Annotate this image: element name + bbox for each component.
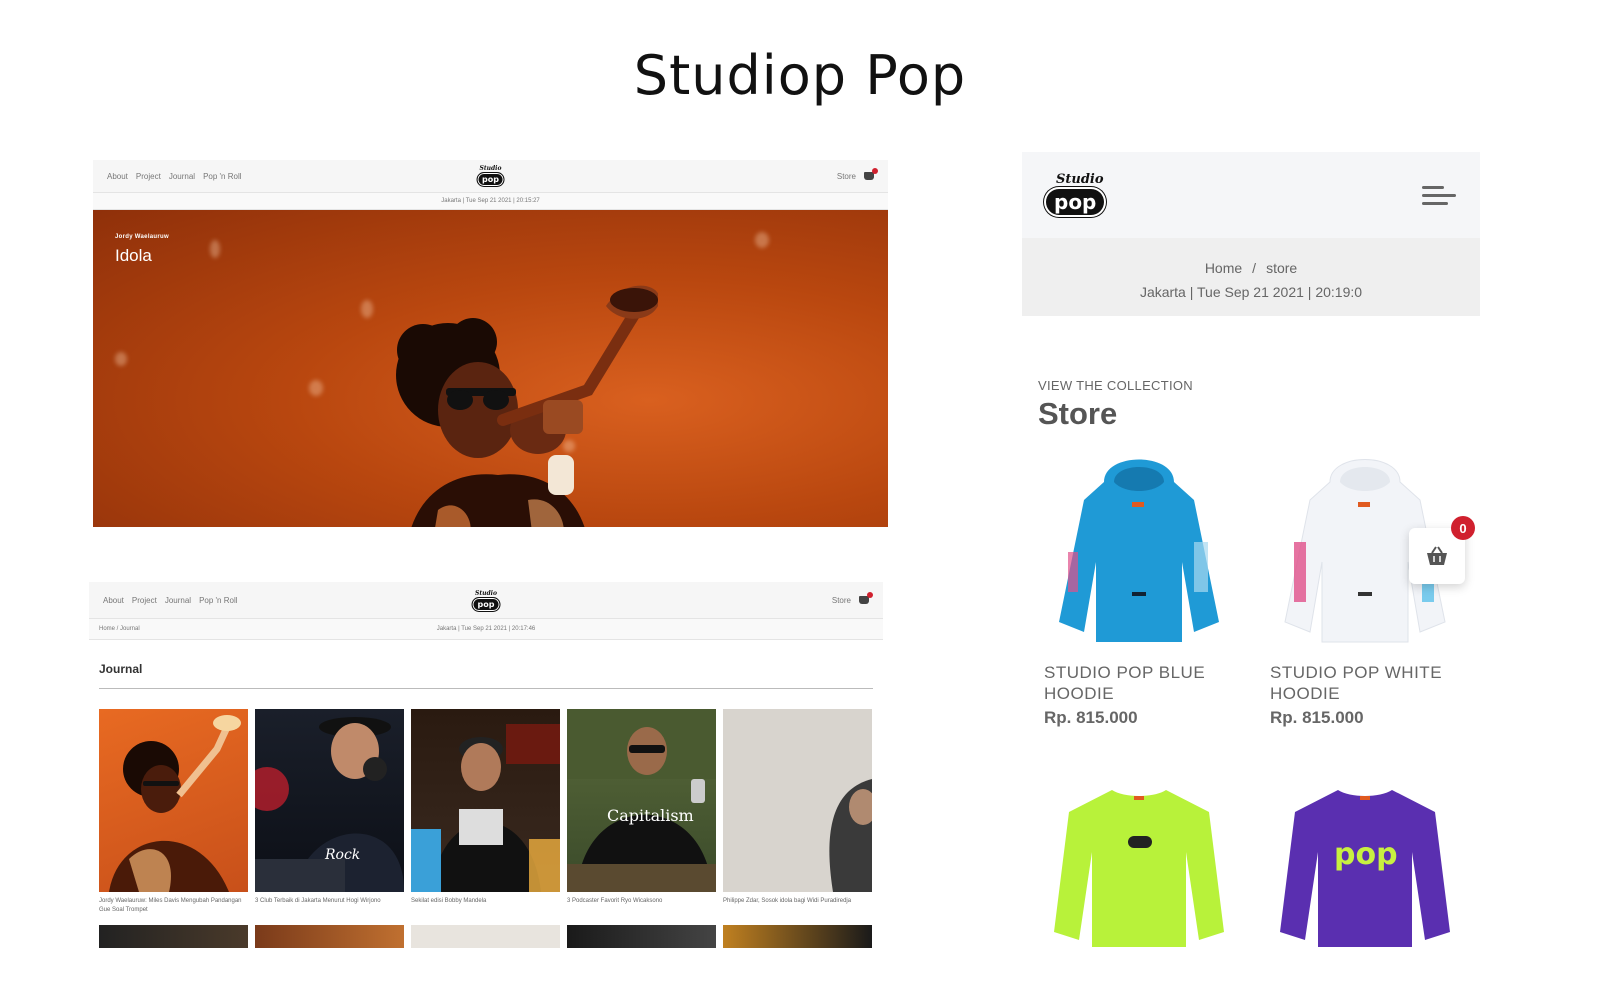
mobile-header: Studio pop: [1022, 152, 1480, 238]
article-card[interactable]: Rock 3 Club Terbaik di Jakarta Menurut H…: [255, 709, 404, 919]
logo-pill: pop: [471, 597, 501, 612]
article-caption[interactable]: 3 Club Terbaik di Jakarta Menurut Hogi W…: [255, 897, 404, 919]
breadcrumb[interactable]: Home / Journal: [99, 626, 140, 632]
product-card[interactable]: pop: [1270, 782, 1476, 952]
logo-pill: pop: [476, 172, 505, 187]
product-price: Rp. 815.000: [1270, 708, 1364, 727]
product-price: Rp. 815.000: [1044, 708, 1138, 727]
cart-icon[interactable]: [864, 168, 878, 180]
nav-link-project[interactable]: Project: [136, 172, 161, 181]
nav-link-pop-n-roll[interactable]: Pop 'n Roll: [199, 596, 237, 605]
studio-pop-logo[interactable]: Studio pop: [1044, 172, 1107, 217]
store-screenshot: Studio pop Home / store Jakarta | Tue Sep …: [1022, 152, 1480, 970]
hero-author: Jordy Waelauruw: [115, 234, 169, 240]
hero-title[interactable]: Idola: [115, 246, 169, 266]
cart-icon[interactable]: [859, 592, 873, 604]
store-content: VIEW THE COLLECTION Store STUDIO POP BLU…: [1022, 316, 1480, 952]
studio-pop-logo[interactable]: Studio pop: [471, 590, 501, 612]
svg-text:Rock: Rock: [324, 847, 360, 863]
article-card[interactable]: Capitalism 3 Podcaster Favorit Ryo Wicak…: [567, 709, 716, 919]
breadcrumb-separator: /: [1252, 260, 1257, 276]
top-nav: About Project Journal Pop 'n Roll Studio…: [93, 160, 888, 192]
breadcrumb: Home / store: [1022, 256, 1480, 280]
datetime: Jakarta | Tue Sep 21 2021 | 20:19:0: [1139, 284, 1363, 300]
product-name[interactable]: STUDIO POP WHITE HOODIE: [1270, 662, 1476, 704]
nav-links: About Project Journal Pop 'n Roll: [103, 596, 238, 605]
article-caption[interactable]: Jordy Waelauruw: Miles Davis Mengubah Pa…: [99, 897, 248, 919]
nav-links: About Project Journal Pop 'n Roll: [107, 172, 242, 181]
nav-link-project[interactable]: Project: [132, 596, 157, 605]
hero-banner[interactable]: Jordy Waelauruw Idola: [93, 210, 888, 527]
date-bar: Home / Journal Jakarta | Tue Sep 21 2021…: [89, 618, 883, 640]
divider: [99, 688, 873, 689]
store-title: Store: [1038, 396, 1118, 431]
article-caption[interactable]: Philippe Zdar, Sosok idola bagi Widi Pur…: [723, 897, 872, 919]
article-thumbnail[interactable]: Capitalism: [567, 709, 716, 892]
page-title: Studiop Pop: [633, 44, 967, 107]
article-caption[interactable]: Sekilat edisi Bobby Mandela: [411, 897, 560, 919]
breadcrumb-home[interactable]: Home: [1205, 260, 1242, 276]
breadcrumb-bar: Home / store Jakarta | Tue Sep 21 2021 | 2…: [1022, 238, 1480, 316]
svg-text:pop: pop: [1334, 837, 1398, 872]
article-card[interactable]: Jordy Waelauruw: Miles Davis Mengubah Pa…: [99, 709, 248, 919]
product-card[interactable]: [1044, 782, 1250, 952]
article-grid-row-2: [99, 925, 873, 948]
date-bar: Jakarta | Tue Sep 21 2021 | 20:15:27: [93, 192, 888, 210]
section-title: Journal: [99, 662, 143, 676]
nav-link-about[interactable]: About: [107, 172, 128, 181]
breadcrumb-current: store: [1266, 260, 1298, 276]
top-nav: About Project Journal Pop 'n Roll Studio…: [89, 582, 883, 618]
floating-cart-button[interactable]: 0: [1409, 516, 1475, 584]
svg-text:Capitalism: Capitalism: [607, 806, 694, 825]
article-thumbnail[interactable]: Rock: [255, 709, 404, 892]
product-image[interactable]: [1044, 782, 1234, 952]
article-thumbnail[interactable]: [723, 925, 872, 948]
article-thumbnail[interactable]: [723, 709, 872, 892]
article-thumbnail[interactable]: [255, 925, 404, 948]
article-card[interactable]: Sekilat edisi Bobby Mandela: [411, 709, 560, 919]
article-thumbnail[interactable]: [99, 709, 248, 892]
article-grid: Jordy Waelauruw: Miles Davis Mengubah Pa…: [99, 709, 873, 919]
product-card[interactable]: STUDIO POP WHITE HOODIE Rp. 815.000: [1270, 452, 1476, 728]
datetime: Jakarta | Tue Sep 21 2021 | 20:17:46: [436, 626, 536, 632]
logo-pill: pop: [1044, 187, 1107, 217]
article-caption[interactable]: 3 Podcaster Favorit Ryo Wicaksono: [567, 897, 716, 919]
nav-link-store[interactable]: Store: [832, 596, 851, 605]
article-thumbnail[interactable]: [99, 925, 248, 948]
hero-screenshot: About Project Journal Pop 'n Roll Studio…: [93, 160, 888, 541]
logo-script: Studio: [1056, 172, 1104, 187]
cart-count-badge: 0: [1451, 516, 1475, 540]
product-card[interactable]: STUDIO POP BLUE HOODIE Rp. 815.000: [1044, 452, 1250, 728]
hero-caption: Jordy Waelauruw Idola: [115, 234, 169, 266]
nav-link-journal[interactable]: Journal: [165, 596, 191, 605]
journal-screenshot: About Project Journal Pop 'n Roll Studio…: [89, 582, 883, 948]
article-thumbnail[interactable]: [411, 709, 560, 892]
nav-link-pop-n-roll[interactable]: Pop 'n Roll: [203, 172, 241, 181]
product-grid: STUDIO POP BLUE HOODIE Rp. 815.000 STUDI…: [1044, 452, 1464, 952]
logo-script: Studio: [475, 590, 497, 597]
nav-link-store[interactable]: Store: [837, 172, 856, 181]
trumpet-player-image: [396, 285, 658, 527]
studio-pop-logo[interactable]: Studio pop: [476, 165, 505, 187]
menu-icon[interactable]: [1422, 185, 1458, 205]
logo-script: Studio: [479, 165, 502, 172]
nav-link-journal[interactable]: Journal: [169, 172, 195, 181]
nav-link-about[interactable]: About: [103, 596, 124, 605]
basket-icon: [1427, 546, 1447, 565]
product-image[interactable]: pop: [1270, 782, 1460, 952]
article-card[interactable]: Philippe Zdar, Sosok idola bagi Widi Pur…: [723, 709, 872, 919]
article-thumbnail[interactable]: [411, 925, 560, 948]
datetime: Jakarta | Tue Sep 21 2021 | 20:15:27: [441, 198, 540, 204]
article-thumbnail[interactable]: [567, 925, 716, 948]
collection-eyebrow: VIEW THE COLLECTION: [1038, 378, 1193, 393]
product-name[interactable]: STUDIO POP BLUE HOODIE: [1044, 662, 1250, 704]
product-image[interactable]: [1044, 452, 1234, 652]
